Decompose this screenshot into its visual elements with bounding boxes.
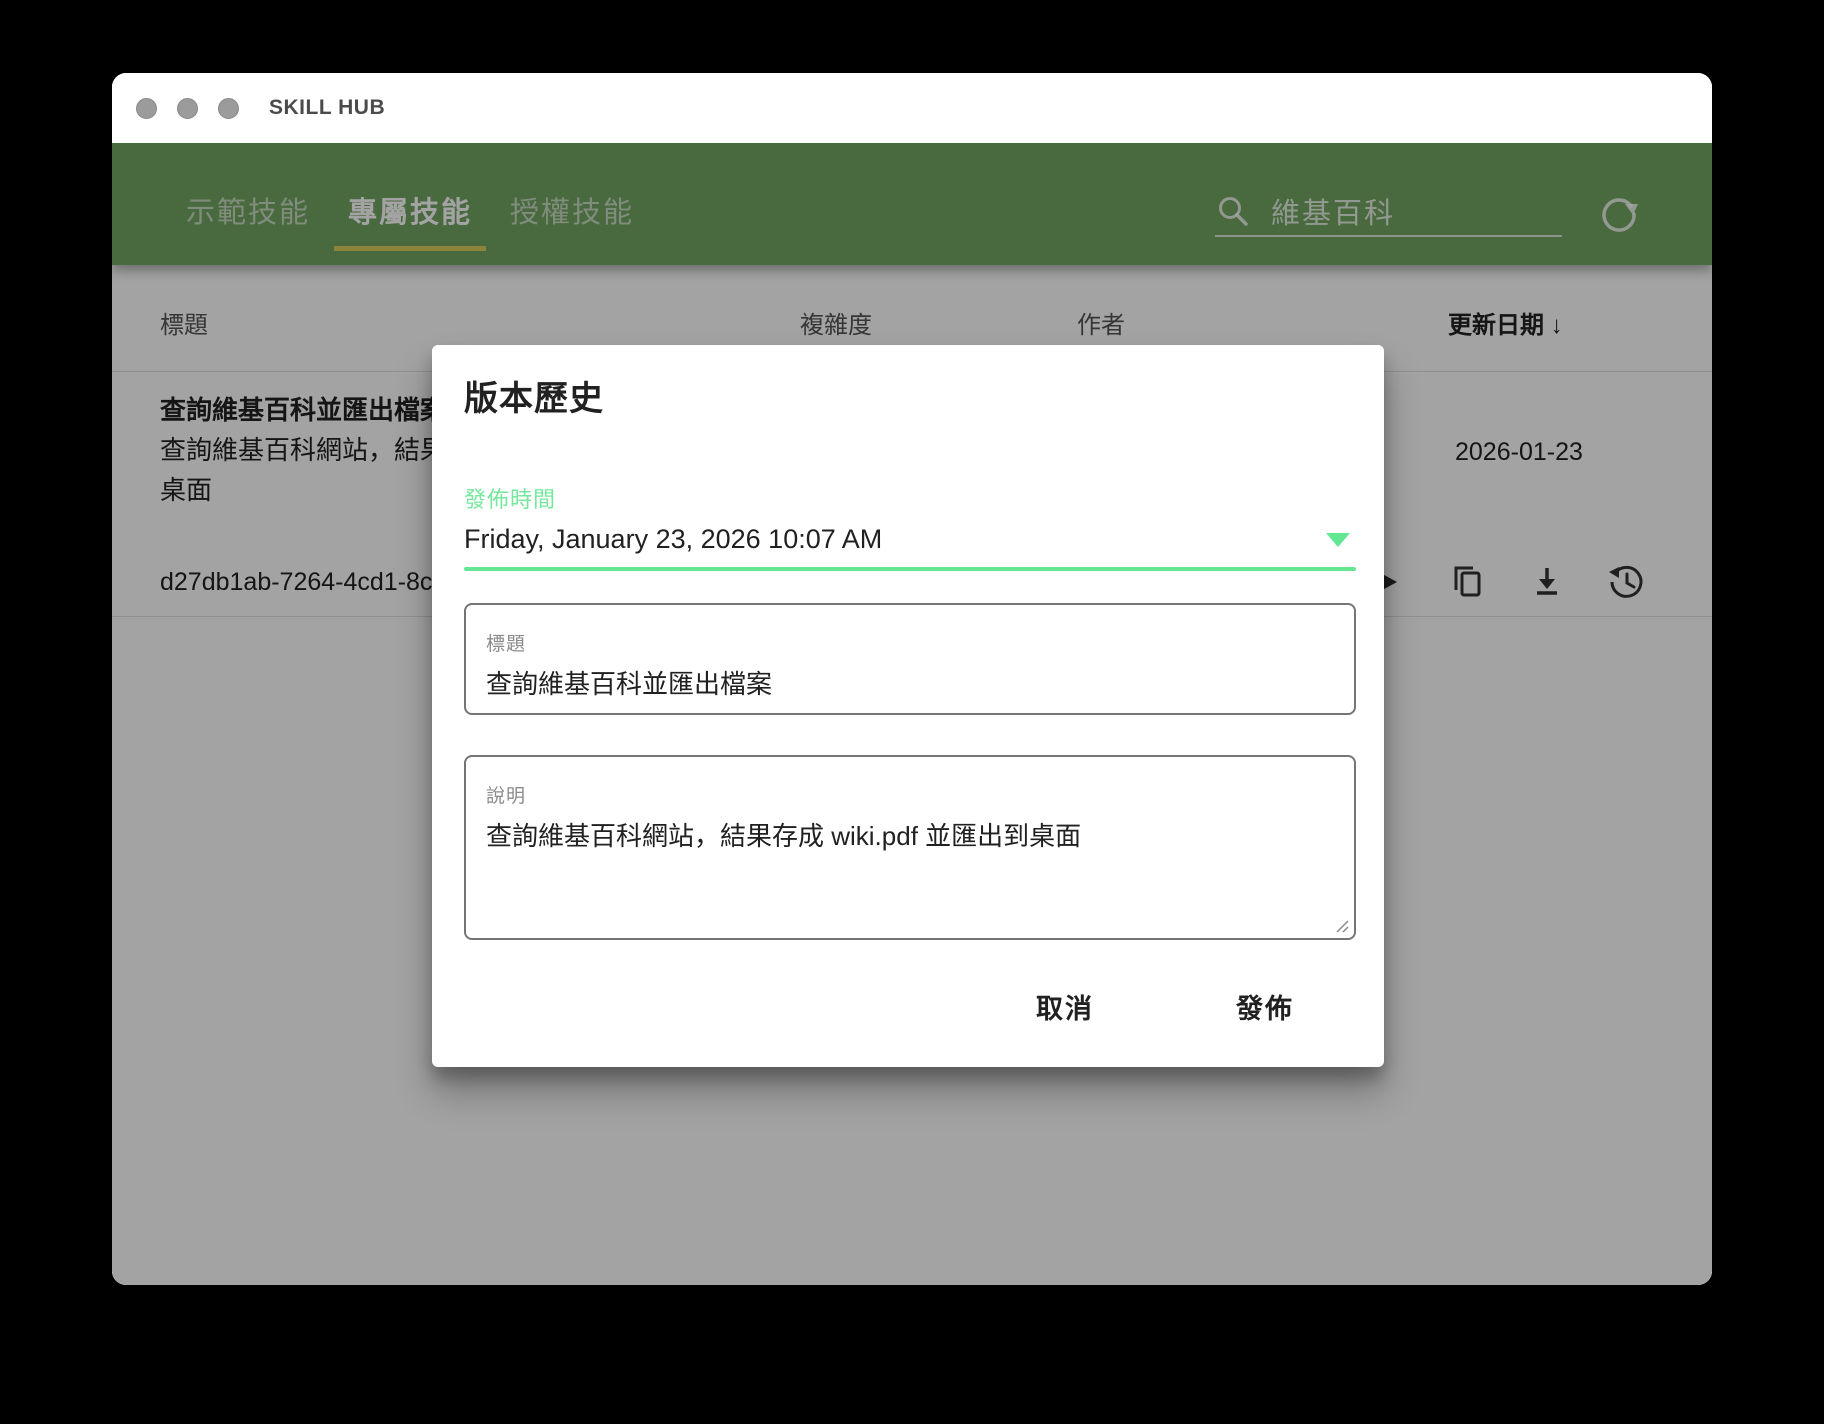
- minimize-window-button[interactable]: [177, 98, 198, 119]
- select-underline: [464, 567, 1356, 571]
- title-input-value: 查詢維基百科並匯出檔案: [486, 664, 1334, 701]
- publish-time-value: Friday, January 23, 2026 10:07 AM: [464, 524, 882, 555]
- cancel-button[interactable]: 取消: [1020, 977, 1110, 1036]
- title-input-label: 標題: [486, 629, 1334, 656]
- resize-handle-icon[interactable]: [1333, 917, 1349, 933]
- description-textarea[interactable]: 說明 查詢維基百科網站，結果存成 wiki.pdf 並匯出到桌面: [464, 755, 1356, 940]
- window-title: SKILL HUB: [269, 96, 385, 120]
- version-history-dialog: 版本歷史 發佈時間 Friday, January 23, 2026 10:07…: [432, 345, 1384, 1067]
- publish-time-label: 發佈時間: [464, 482, 1352, 514]
- titlebar: SKILL HUB: [112, 73, 1712, 143]
- app-window: SKILL HUB 示範技能 專屬技能 授權技能 維基百科: [112, 73, 1712, 1285]
- traffic-lights: [136, 98, 239, 119]
- publish-button[interactable]: 發佈: [1220, 977, 1310, 1036]
- title-input[interactable]: 標題 查詢維基百科並匯出檔案: [464, 603, 1356, 715]
- description-label: 說明: [486, 781, 1334, 808]
- dialog-title: 版本歷史: [464, 371, 1352, 420]
- dropdown-caret-icon: [1326, 533, 1350, 547]
- close-window-button[interactable]: [136, 98, 157, 119]
- zoom-window-button[interactable]: [218, 98, 239, 119]
- dialog-actions: 取消 發佈: [464, 968, 1352, 1044]
- description-value: 查詢維基百科網站，結果存成 wiki.pdf 並匯出到桌面: [486, 816, 1334, 853]
- publish-time-select[interactable]: Friday, January 23, 2026 10:07 AM: [464, 524, 1356, 555]
